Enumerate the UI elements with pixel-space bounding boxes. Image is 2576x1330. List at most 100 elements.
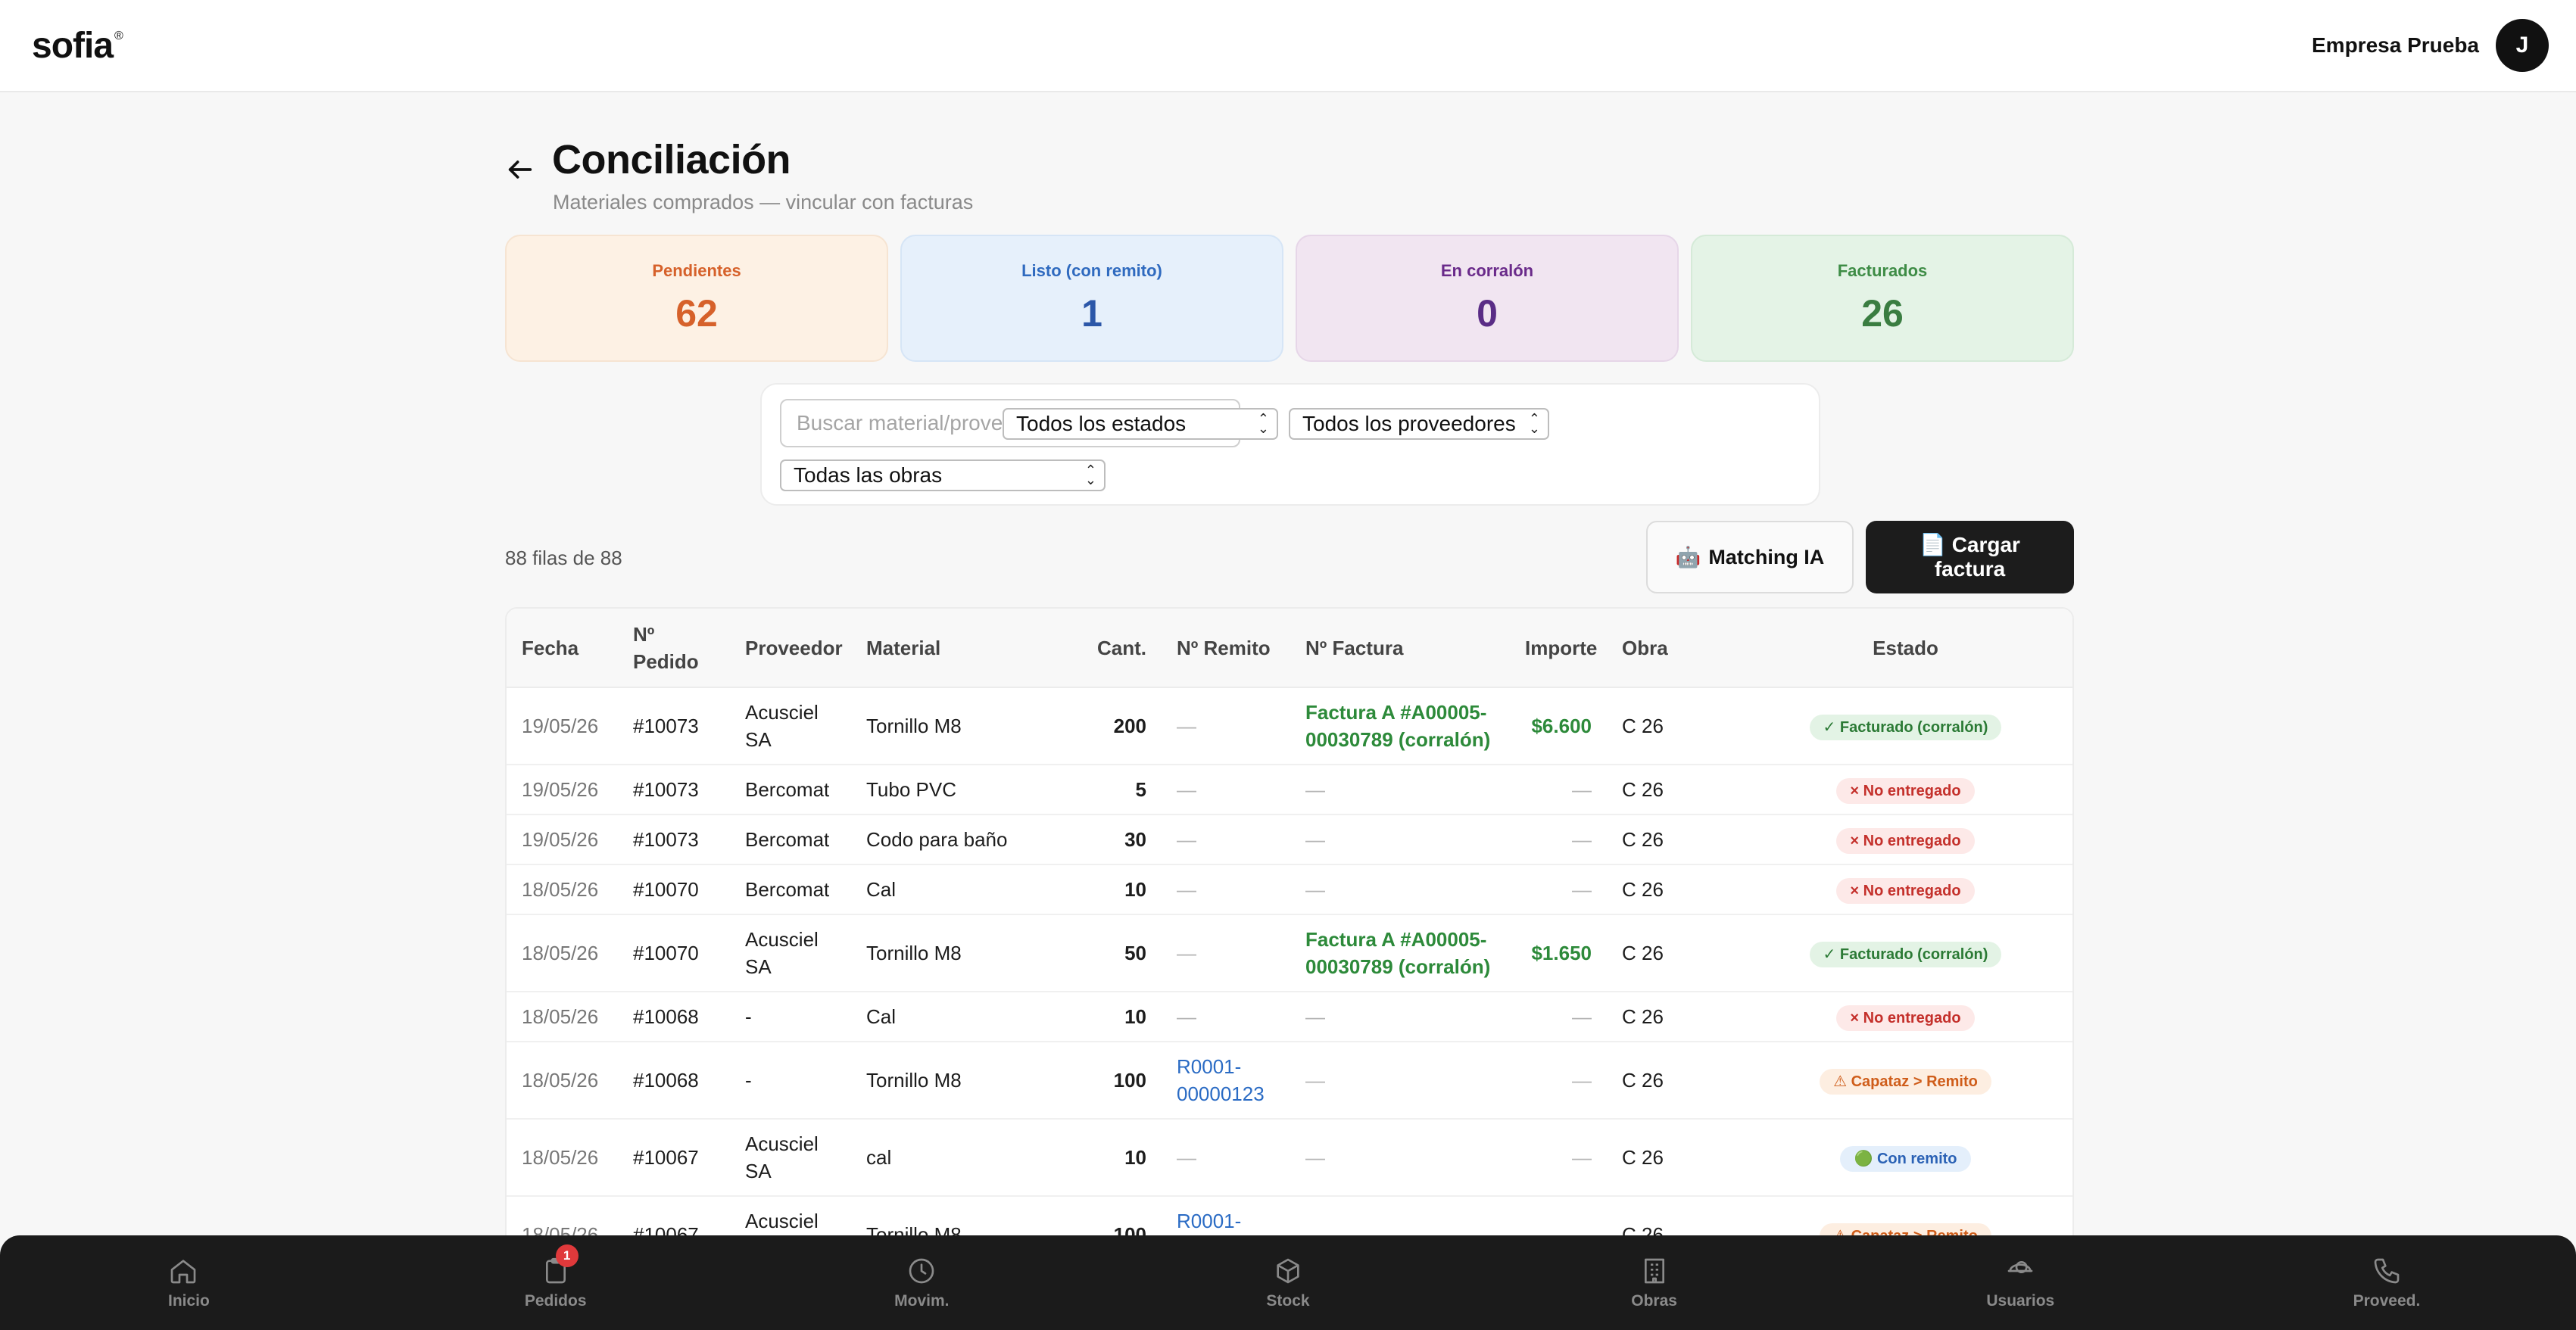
cell-material: Cal	[851, 992, 1080, 1042]
cell-material: Tornillo M8	[851, 687, 1080, 765]
cell-fecha: 19/05/26	[507, 687, 618, 765]
column-header-fecha[interactable]: Fecha	[507, 609, 618, 688]
cell-importe: —	[1510, 864, 1607, 915]
table-row[interactable]: 18/05/26 #10068- Cal 10 — — — C 26 × No entregad…	[507, 992, 2072, 1042]
status-badge: × No entregado	[1836, 778, 1975, 804]
cell-factura: —	[1290, 1119, 1510, 1197]
status-badge: 🟢 Con remito	[1840, 1146, 1971, 1172]
nav-item-proveed[interactable]: Proveed.	[2220, 1235, 2553, 1330]
avatar[interactable]: J	[2496, 19, 2549, 72]
cell-fecha: 18/05/26	[507, 992, 618, 1042]
column-header-importe[interactable]: Importe	[1510, 609, 1607, 688]
nav-item-stock[interactable]: Stock	[1121, 1235, 1455, 1330]
notification-badge: 1	[555, 1244, 579, 1267]
factura-empty: —	[1305, 878, 1325, 901]
nav-item-inicio[interactable]: Inicio	[23, 1235, 356, 1330]
status-badge: × No entregado	[1836, 828, 1975, 854]
cell-pedido: #10073	[618, 815, 730, 865]
cell-importe: —	[1510, 765, 1607, 815]
column-header-factura[interactable]: Nº Factura	[1290, 609, 1510, 688]
remito-empty: —	[1177, 878, 1196, 901]
proveedor-select[interactable]: Todos los proveedores ⌃ ⌄	[1289, 408, 1549, 440]
table-row[interactable]: 19/05/26 #10073 Acusciel SA Tornillo M8 200 —…	[507, 687, 2072, 765]
stat-card-facturados[interactable]: Facturados 26	[1691, 235, 2074, 362]
column-header-proveedor[interactable]: Proveedor	[730, 609, 851, 688]
cell-material: Tubo PVC	[851, 765, 1080, 815]
obra-select-value: Todas las obras	[794, 463, 943, 487]
table-row[interactable]: 18/05/26 #10070 Bercomat Cal 10 — — — C 26 × No e…	[507, 864, 2072, 915]
cell-obra: C 26	[1607, 864, 1736, 915]
cell-pedido: #10073	[618, 765, 730, 815]
column-header-pedido[interactable]: Nº Pedido	[618, 609, 730, 688]
nav-label: Obras	[1631, 1291, 1677, 1310]
remito-empty: —	[1177, 828, 1196, 851]
cell-remito: —	[1162, 687, 1290, 765]
cell-estado: × No entregado	[1736, 765, 2072, 815]
factura-empty: —	[1305, 1146, 1325, 1169]
cell-importe: —	[1510, 992, 1607, 1042]
nav-label: Inicio	[168, 1291, 210, 1310]
proveedor-select-value: Todos los proveedores	[1302, 412, 1516, 435]
column-header-cant[interactable]: Cant.	[1080, 609, 1162, 688]
column-header-obra[interactable]: Obra	[1607, 609, 1736, 688]
cargar-factura-label: Cargar factura	[1934, 533, 2020, 581]
status-badge: ⚠ Capataz > Remito	[1820, 1069, 1991, 1095]
stat-value: 62	[675, 292, 718, 335]
phone-icon	[2374, 1258, 2400, 1283]
cell-remito: —	[1162, 864, 1290, 915]
nav-label: Stock	[1266, 1291, 1310, 1310]
cell-obra: C 26	[1607, 765, 1736, 815]
cell-material: Cal	[851, 864, 1080, 915]
cell-importe: $6.600	[1510, 687, 1607, 765]
obra-select[interactable]: Todas las obras ⌃ ⌄	[780, 459, 1106, 491]
nav-item-obras[interactable]: Obras	[1488, 1235, 1821, 1330]
column-header-material[interactable]: Material	[851, 609, 1080, 688]
nav-item-pedidos[interactable]: 1 Pedidos	[389, 1235, 722, 1330]
importe-empty: —	[1572, 878, 1592, 901]
factura-empty: —	[1305, 1069, 1325, 1092]
cell-cant: 10	[1080, 992, 1162, 1042]
cell-pedido: #10067	[618, 1119, 730, 1197]
nav-item-movim[interactable]: Movim.	[755, 1235, 1088, 1330]
cell-obra: C 26	[1607, 1119, 1736, 1197]
clock-icon	[909, 1258, 934, 1283]
table-row[interactable]: 18/05/26 #10068- Tornillo M8 100 R0001-00000…	[507, 1042, 2072, 1120]
cargar-factura-button[interactable]: 📄 Cargar factura	[1866, 521, 2074, 593]
stat-card-corralon[interactable]: En corralón 0	[1296, 235, 1679, 362]
sofia-logo[interactable]: sofia ®	[32, 25, 123, 67]
table-toolbar: 88 filas de 88 🤖 Matching IA 📄 Cargar fa…	[505, 521, 2074, 593]
estado-select[interactable]: Todos los estados ⌃ ⌄	[1003, 408, 1278, 440]
importe-empty: —	[1572, 1069, 1592, 1092]
back-arrow-icon[interactable]	[505, 154, 535, 185]
cell-obra: C 26	[1607, 687, 1736, 765]
status-badge: × No entregado	[1836, 1005, 1975, 1031]
stat-card-listo[interactable]: Listo (con remito) 1	[900, 235, 1283, 362]
cell-remito: —	[1162, 765, 1290, 815]
cell-factura: —	[1290, 765, 1510, 815]
matching-ia-button[interactable]: 🤖 Matching IA	[1646, 521, 1854, 593]
remito-empty: —	[1177, 942, 1196, 964]
table-body: 19/05/26 #10073 Acusciel SA Tornillo M8 200—…	[507, 687, 2072, 1274]
stat-card-pendientes[interactable]: Pendientes 62	[505, 235, 888, 362]
nav-item-usuarios[interactable]: Usuarios	[1854, 1235, 2187, 1330]
table-row[interactable]: 19/05/26 #10073 Bercomat Codo para baño 30 — —…	[507, 815, 2072, 865]
cell-material: Tornillo M8	[851, 1042, 1080, 1120]
column-header-remito[interactable]: Nº Remito	[1162, 609, 1290, 688]
remito-link[interactable]: R0001-00000123	[1177, 1055, 1265, 1105]
table-row[interactable]: 19/05/26 #10073 Bercomat Tubo PVC 5 — — — C 26 × …	[507, 765, 2072, 815]
table-header-row: Fecha Nº Pedido Proveedor Material Cant.…	[507, 609, 2072, 688]
top-header: sofia ® Empresa Prueba J	[0, 0, 2576, 92]
status-badge: × No entregado	[1836, 878, 1975, 904]
factura-link[interactable]: Factura A #A00005-00030789 (corralón)	[1305, 928, 1490, 978]
table-row[interactable]: 18/05/26 #10067 Acusciel SA cal 10 — — — C 26 🟢 C…	[507, 1119, 2072, 1197]
importe-empty: —	[1572, 778, 1592, 801]
factura-link[interactable]: Factura A #A00005-00030789 (corralón)	[1305, 701, 1490, 751]
table-row[interactable]: 18/05/26 #10070 Acusciel SA Tornillo M8 50 — F…	[507, 914, 2072, 992]
cell-remito: R0001-00000123	[1162, 1042, 1290, 1120]
nav-label: Proveed.	[2353, 1291, 2421, 1310]
page-title: Conciliación	[552, 137, 791, 182]
cell-fecha: 18/05/26	[507, 1119, 618, 1197]
column-header-estado[interactable]: Estado	[1736, 609, 2072, 688]
building-icon	[1644, 1258, 1664, 1283]
cell-factura: —	[1290, 1042, 1510, 1120]
